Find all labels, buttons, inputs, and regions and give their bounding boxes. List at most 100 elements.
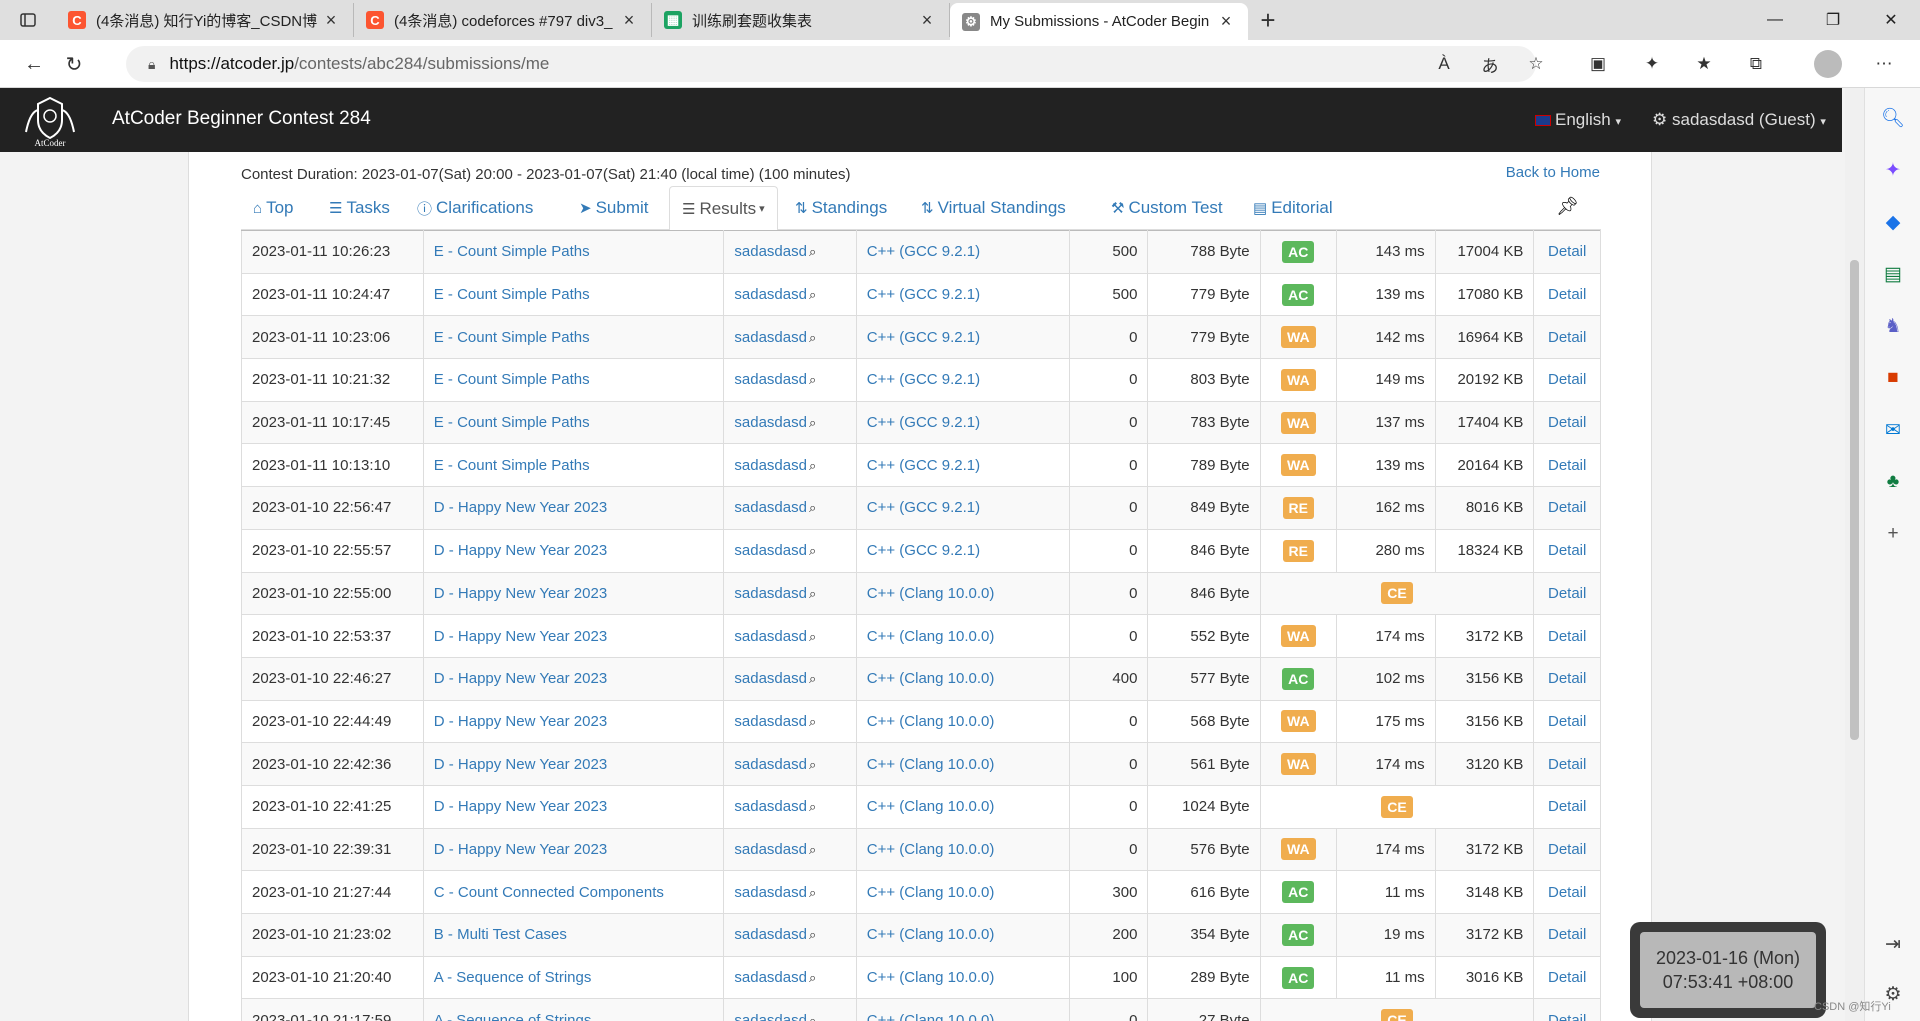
user-link[interactable]: sadasdasd — [734, 713, 807, 730]
hide-sidebar-icon[interactable]: ⇥ — [1877, 928, 1909, 960]
task-link[interactable]: D - Happy New Year 2023 — [434, 756, 607, 773]
detail-link[interactable]: Detail — [1548, 713, 1586, 730]
games-icon[interactable]: ♞ — [1877, 310, 1909, 342]
language-link[interactable]: C++ (Clang 10.0.0) — [867, 670, 995, 687]
search-icon[interactable]: ⌕ — [809, 543, 816, 558]
detail-link[interactable]: Detail — [1548, 499, 1586, 516]
read-aloud-icon[interactable]: À — [1428, 48, 1460, 80]
language-link[interactable]: C++ (Clang 10.0.0) — [867, 1012, 995, 1021]
task-link[interactable]: D - Happy New Year 2023 — [434, 628, 607, 645]
tab-top[interactable]: ⌂ Top — [241, 186, 305, 230]
extensions-icon[interactable]: ✦ — [1636, 48, 1668, 80]
task-link[interactable]: D - Happy New Year 2023 — [434, 841, 607, 858]
url-field[interactable]: 🔒︎ https://atcoder.jp/contests/abc284/su… — [126, 46, 1536, 82]
user-link[interactable]: sadasdasd — [734, 1012, 807, 1021]
task-link[interactable]: D - Happy New Year 2023 — [434, 499, 607, 516]
task-link[interactable]: B - Multi Test Cases — [434, 926, 567, 943]
search-icon[interactable]: ⌕ — [809, 885, 816, 900]
profile-avatar-icon[interactable] — [1812, 48, 1844, 80]
user-link[interactable]: sadasdasd — [734, 926, 807, 943]
restore-icon[interactable]: ❐ — [1804, 0, 1862, 40]
language-link[interactable]: C++ (Clang 10.0.0) — [867, 841, 995, 858]
language-link[interactable]: C++ (Clang 10.0.0) — [867, 798, 995, 815]
detail-link[interactable]: Detail — [1548, 926, 1586, 943]
close-window-icon[interactable]: ✕ — [1862, 0, 1920, 40]
copilot-icon[interactable]: ✦ — [1877, 154, 1909, 186]
search-icon[interactable]: ⌕ — [809, 500, 816, 515]
search-icon[interactable]: ⌕ — [809, 671, 816, 686]
search-icon[interactable]: ⌕ — [809, 842, 816, 857]
back-icon[interactable]: ← — [18, 48, 50, 80]
search-icon[interactable]: ⌕ — [809, 244, 816, 259]
search-icon[interactable]: ⌕ — [809, 970, 816, 985]
tab-editorial[interactable]: ▤ Editorial — [1241, 186, 1345, 230]
pin-icon[interactable]: 📌︎ — [1556, 196, 1579, 217]
language-link[interactable]: C++ (Clang 10.0.0) — [867, 713, 995, 730]
add-sidebar-icon[interactable]: + — [1877, 518, 1909, 550]
user-link[interactable]: sadasdasd — [734, 969, 807, 986]
tab-virtual-standings[interactable]: ⇅ Virtual Standings — [909, 186, 1078, 230]
search-icon[interactable]: ⌕ — [809, 372, 816, 387]
detail-link[interactable]: Detail — [1548, 670, 1586, 687]
user-link[interactable]: sadasdasd — [734, 414, 807, 431]
browser-tab[interactable]: ⚙ My Submissions - AtCoder Begin × — [950, 3, 1248, 40]
language-link[interactable]: C++ (GCC 9.2.1) — [867, 286, 980, 303]
close-tab-icon[interactable]: × — [619, 10, 639, 31]
language-menu[interactable]: English ▾ — [1535, 110, 1621, 130]
translate-icon[interactable]: あ — [1474, 48, 1506, 80]
detail-link[interactable]: Detail — [1548, 542, 1586, 559]
task-link[interactable]: A - Sequence of Strings — [434, 969, 592, 986]
detail-link[interactable]: Detail — [1548, 585, 1586, 602]
detail-link[interactable]: Detail — [1548, 457, 1586, 474]
search-icon[interactable]: ⌕ — [809, 927, 816, 942]
search-icon[interactable]: ⌕ — [809, 415, 816, 430]
search-icon[interactable]: ⌕ — [809, 458, 816, 473]
close-tab-icon[interactable]: × — [917, 10, 937, 31]
detail-link[interactable]: Detail — [1548, 1012, 1586, 1021]
task-link[interactable]: E - Count Simple Paths — [434, 286, 590, 303]
contest-title[interactable]: AtCoder Beginner Contest 284 — [112, 108, 371, 130]
language-link[interactable]: C++ (Clang 10.0.0) — [867, 884, 995, 901]
search-icon[interactable]: ⌕ — [809, 586, 816, 601]
language-link[interactable]: C++ (Clang 10.0.0) — [867, 628, 995, 645]
user-link[interactable]: sadasdasd — [734, 670, 807, 687]
user-link[interactable]: sadasdasd — [734, 499, 807, 516]
task-link[interactable]: E - Count Simple Paths — [434, 414, 590, 431]
tab-clarifications[interactable]: ⓘ Clarifications — [405, 186, 545, 230]
close-tab-icon[interactable]: × — [1216, 11, 1236, 32]
task-link[interactable]: D - Happy New Year 2023 — [434, 798, 607, 815]
language-link[interactable]: C++ (GCC 9.2.1) — [867, 542, 980, 559]
tab-submit[interactable]: ➤ Submit — [567, 186, 661, 230]
detail-link[interactable]: Detail — [1548, 756, 1586, 773]
language-link[interactable]: C++ (Clang 10.0.0) — [867, 756, 995, 773]
search-icon[interactable]: ⌕ — [809, 714, 816, 729]
detail-link[interactable]: Detail — [1548, 329, 1586, 346]
tab-results[interactable]: ☰ Results ▾ — [669, 186, 778, 231]
user-link[interactable]: sadasdasd — [734, 841, 807, 858]
task-link[interactable]: E - Count Simple Paths — [434, 457, 590, 474]
back-to-home-link[interactable]: Back to Home — [1506, 164, 1600, 181]
outlook-icon[interactable]: ✉ — [1877, 414, 1909, 446]
task-link[interactable]: A - Sequence of Strings — [434, 1012, 592, 1021]
search-icon[interactable]: ⌕ — [809, 757, 816, 772]
detail-link[interactable]: Detail — [1548, 798, 1586, 815]
page-scrollbar[interactable] — [1845, 88, 1864, 1021]
language-link[interactable]: C++ (GCC 9.2.1) — [867, 329, 980, 346]
task-link[interactable]: E - Count Simple Paths — [434, 329, 590, 346]
refresh-icon[interactable]: ↻ — [58, 48, 90, 80]
language-link[interactable]: C++ (Clang 10.0.0) — [867, 969, 995, 986]
user-link[interactable]: sadasdasd — [734, 371, 807, 388]
user-link[interactable]: sadasdasd — [734, 457, 807, 474]
detail-link[interactable]: Detail — [1548, 841, 1586, 858]
atcoder-logo[interactable]: AtCoder — [16, 92, 84, 148]
tab-tasks[interactable]: ☰ Tasks — [317, 186, 402, 230]
tab-actions-icon[interactable] — [0, 0, 56, 40]
new-tab-button[interactable]: + — [1248, 0, 1288, 40]
office-icon[interactable]: ■ — [1877, 362, 1909, 394]
language-link[interactable]: C++ (Clang 10.0.0) — [867, 926, 995, 943]
user-link[interactable]: sadasdasd — [734, 756, 807, 773]
detail-link[interactable]: Detail — [1548, 628, 1586, 645]
reading-view-icon[interactable]: ▣ — [1582, 48, 1614, 80]
task-link[interactable]: D - Happy New Year 2023 — [434, 670, 607, 687]
language-link[interactable]: C++ (GCC 9.2.1) — [867, 499, 980, 516]
